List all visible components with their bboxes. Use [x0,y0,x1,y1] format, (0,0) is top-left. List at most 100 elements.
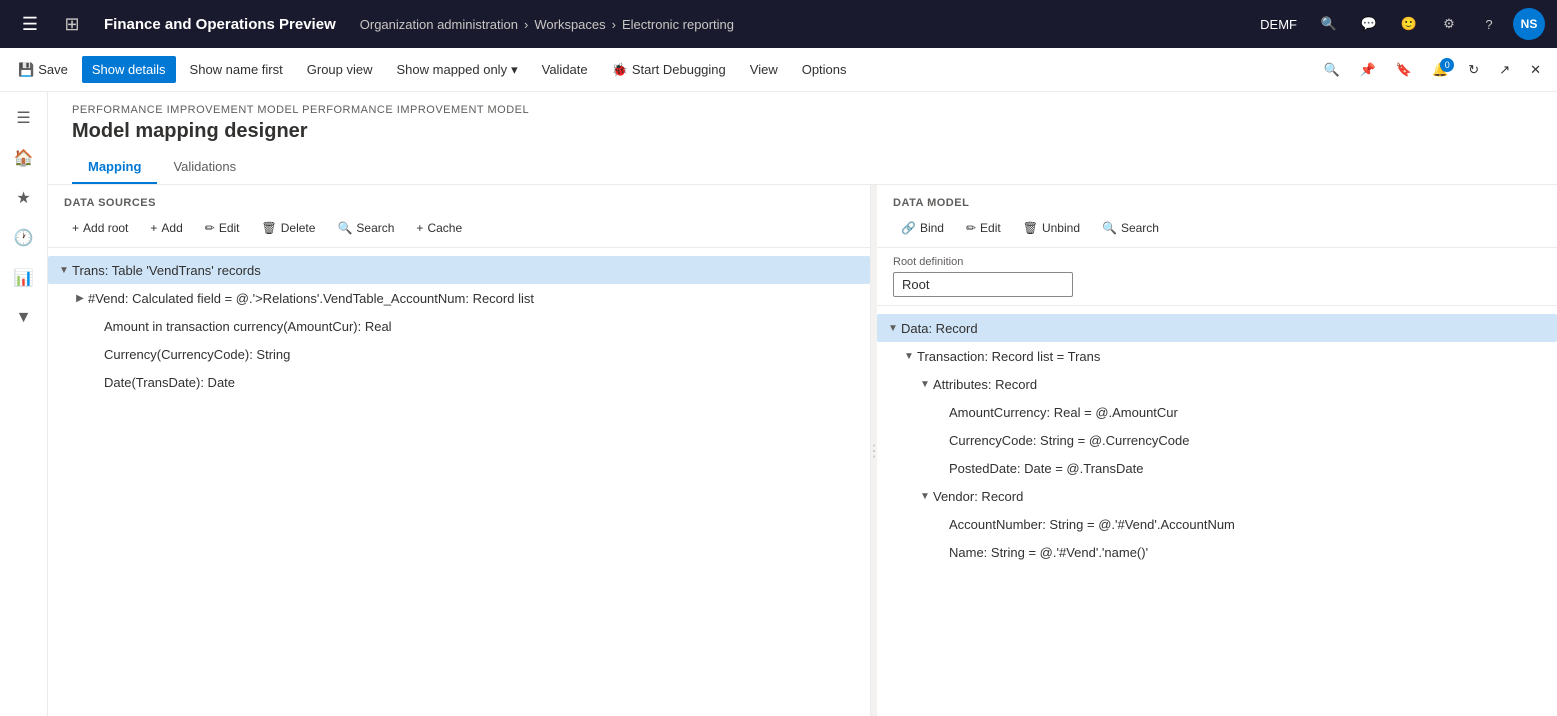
ds-tree: ▼ Trans: Table 'VendTrans' records ▶ #Ve… [48,248,870,716]
unbind-icon: 🗑 [1023,221,1038,235]
posteddate-label: PostedDate: Date = @.TransDate [949,461,1143,476]
breadcrumb-er[interactable]: Electronic reporting [622,17,734,32]
dm-tree-item-amountcurrency[interactable]: AmountCurrency: Real = @.AmountCur [877,398,1557,426]
debug-icon: 🐞 [612,62,628,78]
trans-toggle[interactable]: ▼ [56,265,72,276]
unbind-button[interactable]: 🗑 Unbind [1015,217,1088,239]
app-title: Finance and Operations Preview [104,16,336,33]
dm-header: DATA MODEL 🔗 Bind ✏ Edit 🗑 Unbind [877,185,1557,248]
start-debugging-button[interactable]: 🐞 Start Debugging [602,56,736,84]
sidenav-home-icon[interactable]: 🏠 [6,140,42,176]
delete-ds-button[interactable]: 🗑 Delete [254,217,324,239]
vend-toggle[interactable]: ▶ [72,293,88,304]
vendor-label: Vendor: Record [933,489,1023,504]
feedback-icon[interactable]: 🙂 [1393,8,1425,40]
dm-tree-item-vendor[interactable]: ▼ Vendor: Record [877,482,1557,510]
view-button[interactable]: View [740,56,788,83]
tree-item-amount[interactable]: Amount in transaction currency(AmountCur… [48,312,870,340]
bind-icon: 🔗 [901,221,916,235]
dm-section-title: DATA MODEL [893,197,1541,209]
user-avatar[interactable]: NS [1513,8,1545,40]
breadcrumb: Organization administration › Workspaces… [360,17,734,32]
cache-icon: + [416,221,423,235]
save-icon: 💾 [18,62,34,78]
transaction-toggle[interactable]: ▼ [901,351,917,362]
breadcrumb-org[interactable]: Organization administration [360,17,518,32]
dropdown-chevron-icon: ▾ [511,62,518,78]
add-button[interactable]: + Add [142,217,190,239]
sidenav-recent-icon[interactable]: 🕐 [6,220,42,256]
add-root-icon: + [72,221,79,235]
ds-toolbar: + Add root + Add ✏ Edit 🗑 [64,217,854,239]
dm-tree-item-attributes[interactable]: ▼ Attributes: Record [877,370,1557,398]
tree-item-trans[interactable]: ▼ Trans: Table 'VendTrans' records [48,256,870,284]
tab-validations[interactable]: Validations [157,151,252,184]
hamburger-icon[interactable]: ☰ [12,6,48,42]
search-dm-button[interactable]: 🔍 Search [1094,217,1167,239]
sidenav-favorites-icon[interactable]: ★ [6,180,42,216]
group-view-button[interactable]: Group view [297,56,383,83]
edit-ds-button[interactable]: ✏ Edit [197,217,248,239]
dm-tree-item-name[interactable]: Name: String = @.'#Vend'.'name()' [877,538,1557,566]
close-icon[interactable]: ✕ [1522,56,1549,84]
currency-label: Currency(CurrencyCode): String [104,347,290,362]
add-root-button[interactable]: + Add root [64,217,136,239]
sidenav-workspaces-icon[interactable]: 📊 [6,260,42,296]
amountcurrency-label: AmountCurrency: Real = @.AmountCur [949,405,1178,420]
validate-button[interactable]: Validate [532,56,598,83]
notification-icon[interactable]: 💬 [1353,8,1385,40]
tree-item-date[interactable]: Date(TransDate): Date [48,368,870,396]
dm-tree-item-data[interactable]: ▼ Data: Record [877,314,1557,342]
dm-tree-item-accountnumber[interactable]: AccountNumber: String = @.'#Vend'.Accoun… [877,510,1557,538]
vendor-toggle[interactable]: ▼ [917,491,933,502]
sidenav-menu-icon[interactable]: ☰ [6,100,42,136]
transaction-label: Transaction: Record list = Trans [917,349,1100,364]
save-button[interactable]: 💾 Save [8,56,78,84]
attributes-toggle[interactable]: ▼ [917,379,933,390]
root-definition-section: Root definition Root [877,248,1557,306]
data-model-panel: DATA MODEL 🔗 Bind ✏ Edit 🗑 Unbind [877,185,1557,716]
notification-count: 0 [1440,58,1454,72]
date-label: Date(TransDate): Date [104,375,235,390]
tab-mapping[interactable]: Mapping [72,151,157,184]
amount-label: Amount in transaction currency(AmountCur… [104,319,392,334]
cache-button[interactable]: + Cache [408,217,470,239]
trans-label: Trans: Table 'VendTrans' records [72,263,261,278]
tree-item-currency[interactable]: Currency(CurrencyCode): String [48,340,870,368]
show-details-button[interactable]: Show details [82,56,176,83]
pin-icon[interactable]: 📌 [1352,56,1384,84]
data-sources-panel: DATA SOURCES + Add root + Add ✏ Edit [48,185,871,716]
app-grid-icon[interactable]: ⊞ [56,8,88,40]
data-toggle[interactable]: ▼ [885,323,901,334]
open-new-window-icon[interactable]: ↗ [1491,56,1518,84]
sidenav-filter-icon[interactable]: ▼ [6,300,42,336]
split-pane: DATA SOURCES + Add root + Add ✏ Edit [48,185,1557,716]
edit-dm-icon: ✏ [966,221,976,235]
data-record-label: Data: Record [901,321,978,336]
breadcrumb-sep-1: › [524,17,528,32]
options-button[interactable]: Options [792,56,857,83]
dm-tree-item-transaction[interactable]: ▼ Transaction: Record list = Trans [877,342,1557,370]
tree-item-vend[interactable]: ▶ #Vend: Calculated field = @.'>Relation… [48,284,870,312]
search-command-icon[interactable]: 🔍 [1316,56,1348,84]
breadcrumb-sep-2: › [612,17,616,32]
bookmark-icon[interactable]: 🔖 [1388,56,1420,84]
dm-tree-item-posteddate[interactable]: PostedDate: Date = @.TransDate [877,454,1557,482]
settings-icon[interactable]: ⚙ [1433,8,1465,40]
show-name-first-button[interactable]: Show name first [180,56,293,83]
add-icon: + [150,221,157,235]
edit-ds-icon: ✏ [205,221,215,235]
delete-ds-icon: 🗑 [262,221,277,235]
show-mapped-only-button[interactable]: Show mapped only ▾ [387,56,528,84]
help-icon[interactable]: ? [1473,8,1505,40]
global-search-icon[interactable]: 🔍 [1313,8,1345,40]
content-area: PERFORMANCE IMPROVEMENT MODEL PERFORMANC… [48,92,1557,716]
search-ds-button[interactable]: 🔍 Search [329,217,402,239]
edit-dm-button[interactable]: ✏ Edit [958,217,1009,239]
dm-tree: ▼ Data: Record ▼ Transaction: Record lis… [877,306,1557,716]
bind-button[interactable]: 🔗 Bind [893,217,952,239]
refresh-icon[interactable]: ↻ [1460,56,1487,84]
breadcrumb-workspaces[interactable]: Workspaces [534,17,605,32]
environment-label: DEMF [1260,17,1297,32]
dm-tree-item-currencycode[interactable]: CurrencyCode: String = @.CurrencyCode [877,426,1557,454]
